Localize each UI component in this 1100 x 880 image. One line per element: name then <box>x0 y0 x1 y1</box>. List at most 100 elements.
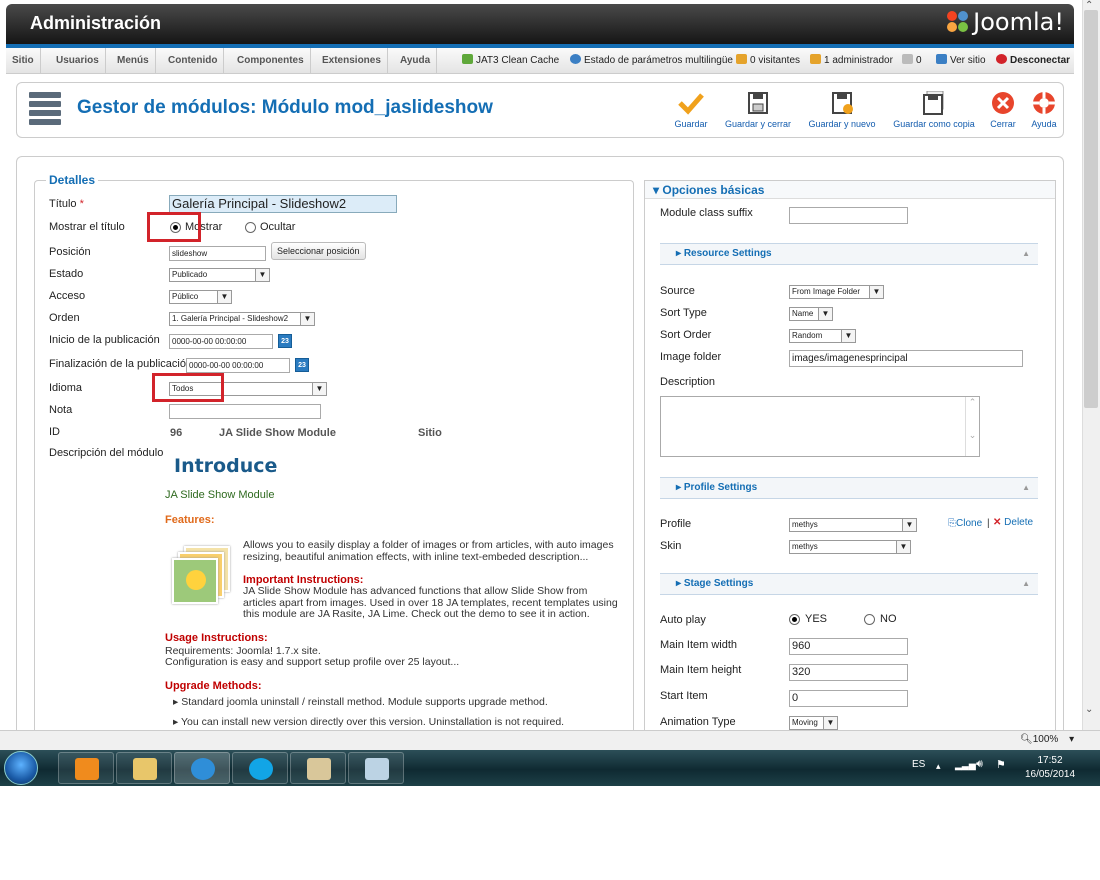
close-button[interactable]: Cerrar <box>985 91 1021 129</box>
multilang-status-link[interactable]: Estado de parámetros multilingüe <box>570 48 733 74</box>
network-icon[interactable]: ▂▃▅ <box>955 760 976 771</box>
menu-ayuda[interactable]: Ayuda <box>394 48 438 74</box>
class-suffix-input[interactable] <box>789 207 908 224</box>
skin-select[interactable]: methys ▼ <box>789 540 911 554</box>
messages-status[interactable]: 0 <box>902 48 922 74</box>
state-label: Estado <box>49 268 84 280</box>
delete-x-icon: ✕ <box>993 517 1002 528</box>
source-label: Source <box>660 285 695 297</box>
main-item-width-input[interactable]: 960 <box>789 638 908 655</box>
access-value: Público <box>172 292 199 301</box>
note-label: Nota <box>49 404 73 416</box>
scroll-up-icon[interactable]: ⌃ <box>966 397 979 408</box>
note-input[interactable] <box>169 404 321 419</box>
position-input[interactable]: slideshow <box>169 246 266 261</box>
taskbar-file-explorer[interactable] <box>116 752 172 784</box>
messages-count: 0 <box>916 55 922 66</box>
zoom-control[interactable]: 🔍︎100% ▾ <box>1020 734 1074 745</box>
upgrade-item-text: Standard joomla uninstall / reinstall me… <box>181 696 548 708</box>
title-input[interactable]: Galería Principal - Slideshow2 <box>169 195 397 213</box>
order-select[interactable]: 1. Galería Principal - Slideshow2 ▼ <box>169 312 315 326</box>
scroll-down-icon[interactable]: ⌄ <box>966 430 979 441</box>
globe-icon <box>570 54 581 64</box>
cache-icon <box>462 54 473 64</box>
save-button[interactable]: Guardar <box>669 91 713 129</box>
hide-title-radio[interactable] <box>245 222 256 233</box>
image-folder-input[interactable]: images/imagenesprincipal <box>789 350 1023 367</box>
menu-usuarios[interactable]: Usuarios <box>50 48 106 74</box>
taskbar-internet-explorer[interactable] <box>174 752 230 784</box>
browser-statusbar: 🔍︎100% ▾ <box>0 730 1100 750</box>
main-item-height-input[interactable]: 320 <box>789 664 908 681</box>
taskbar-skype[interactable] <box>232 752 288 784</box>
bullet-arrow-icon: ▸ <box>173 696 179 708</box>
autoplay-label: Auto play <box>660 614 706 626</box>
autoplay-no-label: NO <box>880 613 897 625</box>
language-indicator[interactable]: ES <box>912 759 925 770</box>
textarea-scrollbar[interactable]: ⌃ ⌄ <box>965 397 979 456</box>
start-item-input[interactable]: 0 <box>789 690 908 707</box>
module-manager-icon <box>29 92 61 126</box>
scroll-down-icon[interactable]: ⌄ <box>1085 704 1093 715</box>
description-textarea[interactable]: ⌃ ⌄ <box>660 396 980 457</box>
basic-options-title: Opciones básicas <box>662 183 765 197</box>
highlight-show-title <box>147 212 201 242</box>
resource-settings-section[interactable]: ▸ Resource Settings ▲ <box>660 243 1038 265</box>
action-center-flag-icon[interactable]: ⚑ <box>996 758 1006 771</box>
view-site-link[interactable]: Ver sitio <box>936 48 986 74</box>
start-button[interactable] <box>4 751 38 785</box>
chevron-down-icon: ▼ <box>300 313 314 325</box>
source-select[interactable]: From Image Folder ▼ <box>789 285 884 299</box>
close-label: Cerrar <box>990 119 1016 129</box>
scroll-up-icon[interactable]: ⌃ <box>1085 0 1093 11</box>
separator: | <box>987 518 990 529</box>
menu-sitio[interactable]: Sitio <box>6 48 41 74</box>
autoplay-yes-radio[interactable] <box>789 614 800 625</box>
calendar-icon[interactable]: 23 <box>295 358 309 372</box>
chevron-down-icon: ▼ <box>841 330 855 342</box>
monitor-icon <box>936 54 947 64</box>
help-button[interactable]: Ayuda <box>1027 91 1061 129</box>
clone-link[interactable]: ⎘Clone <box>948 518 982 529</box>
stage-settings-section[interactable]: ▸ Stage Settings ▲ <box>660 573 1038 595</box>
sort-order-select[interactable]: Random ▼ <box>789 329 856 343</box>
access-select[interactable]: Público ▼ <box>169 290 232 304</box>
scrollbar-thumb[interactable] <box>1084 10 1098 408</box>
profile-select[interactable]: methys ▼ <box>789 518 917 532</box>
menu-extensiones[interactable]: Extensiones <box>316 48 388 74</box>
sort-type-select[interactable]: Name ▼ <box>789 307 833 321</box>
save-copy-button[interactable]: Guardar como copia <box>887 90 981 129</box>
logout-link[interactable]: Desconectar <box>996 48 1070 74</box>
animation-type-select[interactable]: Moving ▼ <box>789 716 838 730</box>
taskbar-app-notes[interactable] <box>348 752 404 784</box>
system-clock[interactable]: 17:52 16/05/2014 <box>1024 754 1076 782</box>
menu-menus[interactable]: Menús <box>111 48 156 74</box>
menu-contenido[interactable]: Contenido <box>162 48 225 74</box>
show-hidden-icons[interactable]: ▴ <box>936 761 941 772</box>
profile-settings-section[interactable]: ▸ Profile Settings ▲ <box>660 477 1038 499</box>
checkmark-icon <box>678 91 704 115</box>
profile-settings-title: Profile Settings <box>683 482 758 493</box>
floppy-disk-icon <box>745 91 771 115</box>
position-label: Posición <box>49 246 91 258</box>
delete-link[interactable]: ✕ Delete <box>993 517 1033 528</box>
save-close-button[interactable]: Guardar y cerrar <box>719 91 797 129</box>
hide-title-option-label: Ocultar <box>260 221 296 233</box>
publish-up-input[interactable]: 0000-00-00 00:00:00 <box>169 334 273 349</box>
clean-cache-link[interactable]: JAT3 Clean Cache <box>462 48 559 74</box>
volume-icon[interactable]: 🔊︎ <box>976 758 983 771</box>
taskbar-app-window[interactable] <box>290 752 346 784</box>
select-position-button[interactable]: Seleccionar posición <box>271 242 366 260</box>
page-toolbar: Gestor de módulos: Módulo mod_jaslidesho… <box>16 82 1064 138</box>
autoplay-no-radio[interactable] <box>864 614 875 625</box>
save-new-button[interactable]: Guardar y nuevo <box>803 91 881 129</box>
publish-down-label: Finalización de la publicación <box>49 358 193 370</box>
menu-componentes[interactable]: Componentes <box>231 48 311 74</box>
publish-down-input[interactable]: 0000-00-00 00:00:00 <box>186 358 290 373</box>
state-select[interactable]: Publicado ▼ <box>169 268 270 282</box>
clock-time: 17:52 <box>1037 755 1063 766</box>
skin-value: methys <box>792 542 818 551</box>
basic-options-header[interactable]: ▾ Opciones básicas <box>645 181 1055 199</box>
calendar-icon[interactable]: 23 <box>278 334 292 348</box>
taskbar-media-player[interactable] <box>58 752 114 784</box>
